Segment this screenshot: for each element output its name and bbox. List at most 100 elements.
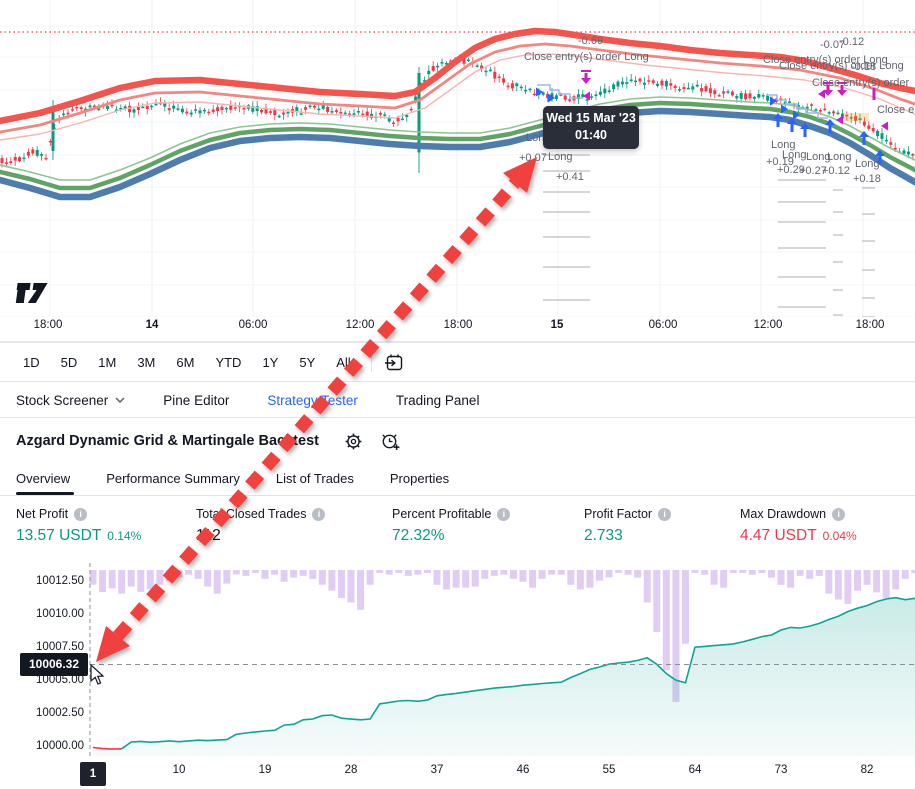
close-order-down-icon[interactable]	[581, 70, 591, 84]
price-chart[interactable]: -0.69 Close entry(s) order Long -0.07 -0.12…	[0, 0, 915, 342]
x-axis-label: 82	[860, 764, 874, 776]
entry-step-line	[537, 84, 583, 99]
info-icon[interactable]: i	[497, 507, 511, 521]
alarm-clock-plus-icon	[382, 433, 400, 450]
trade-annotation: -0.18	[851, 61, 876, 73]
range-button-all[interactable]: All	[329, 351, 357, 374]
buy-entry-icon[interactable]	[536, 87, 543, 97]
strategy-header: Azgard Dynamic Grid & Martingale Backtes…	[0, 419, 915, 463]
x-axis-label: 55	[602, 764, 616, 776]
stat-label: Net Profit i	[16, 507, 141, 521]
time-axis-label: 14	[145, 319, 159, 331]
x-axis-label: 28	[344, 764, 358, 776]
stat-label: Percent Profitable i	[392, 507, 511, 521]
stat-profit-factor: Profit Factor i 2.733	[584, 507, 672, 545]
time-axis-label: 12:00	[345, 319, 375, 331]
stat-total-closed-trades: Total Closed Trades i 112	[196, 507, 326, 545]
stat-percent: 0.04%	[822, 529, 857, 543]
range-button-6m[interactable]: 6M	[169, 351, 201, 374]
info-icon[interactable]: i	[312, 507, 326, 521]
report-tab-list-of-trades[interactable]: List of Trades	[276, 463, 354, 486]
info-icon[interactable]: i	[832, 507, 846, 521]
range-button-1d[interactable]: 1D	[16, 351, 47, 374]
stat-label: Profit Factor i	[584, 507, 672, 521]
panel-tab-label: Pine Editor	[163, 392, 230, 408]
report-tab-performance-summary[interactable]: Performance Summary	[106, 463, 240, 486]
stat-percent: 0.14%	[107, 529, 142, 543]
tradingview-logo-icon[interactable]	[14, 280, 50, 306]
time-axis-label: 18:00	[443, 319, 473, 331]
y-axis-label: 10000.00	[36, 739, 84, 752]
stat-value: 4.47 USDT 0.04%	[740, 527, 857, 544]
panel-tab-label: Strategy Tester	[267, 392, 358, 408]
stat-value: 13.57 USDT 0.14%	[16, 527, 142, 544]
trade-annotation: +0.07	[519, 152, 547, 164]
range-button-1y[interactable]: 1Y	[255, 351, 285, 374]
panel-tab-label: Stock Screener	[16, 392, 109, 408]
stat-value: 72.32%	[392, 527, 445, 544]
equity-canvas[interactable]	[0, 561, 915, 761]
time-axis-label: 12:00	[753, 319, 783, 331]
tradingview-window: -0.69 Close entry(s) order Long -0.07 -0.12…	[0, 0, 915, 789]
x-axis-label: 1	[80, 762, 106, 786]
panel-tab-stock-screener[interactable]: Stock Screener	[16, 393, 125, 408]
report-tab-properties[interactable]: Properties	[390, 463, 449, 486]
tooltip-date: Wed 15 Mar '23	[546, 111, 636, 125]
chevron-down-icon	[115, 397, 125, 403]
panel-tab-pine-editor[interactable]: Pine Editor	[163, 393, 229, 408]
panel-tab-trading-panel[interactable]: Trading Panel	[396, 393, 480, 408]
close-order-bar-icon[interactable]	[872, 88, 876, 100]
x-axis-label: 37	[430, 764, 444, 776]
range-button-ytd[interactable]: YTD	[208, 351, 248, 374]
time-axis-label: 15	[550, 319, 564, 331]
y-axis-label: 10002.50	[36, 706, 84, 719]
trade-annotation: Close entry(s) order Long	[524, 51, 649, 63]
range-button-1m[interactable]: 1M	[91, 351, 123, 374]
y-axis-label: 10012.50	[36, 574, 84, 587]
time-axis[interactable]: 18:00 14 06:00 12:00 18:00 15 06:00 12:00 18:00	[0, 317, 915, 341]
position-box	[843, 113, 869, 121]
stat-max-drawdown: Max Drawdown i 4.47 USDT 0.04%	[740, 507, 857, 545]
info-icon[interactable]: i	[658, 507, 672, 521]
strategy-settings-button[interactable]	[345, 433, 362, 450]
tooltip-time: 01:40	[575, 128, 607, 142]
trade-annotation: Long	[827, 151, 851, 163]
add-alert-button[interactable]	[380, 431, 401, 452]
equity-area	[93, 597, 915, 756]
exit-marker-icon[interactable]	[836, 115, 843, 125]
range-button-3m[interactable]: 3M	[130, 351, 162, 374]
report-tab-overview[interactable]: Overview	[16, 463, 70, 486]
candlestick-canvas[interactable]: -0.69Close entry(s) order Long-0.07-0.12…	[0, 0, 915, 317]
trade-annotation: Long	[782, 149, 806, 161]
stat-label: Total Closed Trades i	[196, 507, 326, 521]
crosshair-price-label: 10006.32	[20, 653, 88, 676]
stat-label: Max Drawdown i	[740, 507, 857, 521]
range-toolbar: 1D 5D 1M 3M 6M YTD 1Y 5Y All	[0, 342, 915, 382]
performance-stats-row: Net Profit i 13.57 USDT 0.14% Total Closed T…	[0, 497, 915, 561]
panel-tab-label: Trading Panel	[395, 392, 480, 408]
x-axis-label: 73	[774, 764, 788, 776]
trade-annotation: +0.18	[853, 173, 881, 185]
goto-date-button[interactable]	[384, 353, 404, 372]
panel-tab-strategy-tester[interactable]: Strategy Tester	[267, 393, 358, 408]
time-axis-label: 18:00	[33, 319, 63, 331]
trade-annotation: Long	[548, 151, 572, 163]
trade-annotation: Close en	[877, 104, 915, 116]
range-button-5d[interactable]: 5D	[54, 351, 85, 374]
stat-net-profit: Net Profit i 13.57 USDT 0.14%	[16, 507, 141, 545]
stat-value: 2.733	[584, 527, 623, 544]
time-axis-label: 18:00	[855, 319, 885, 331]
y-axis-label: 10007.50	[36, 640, 84, 653]
trade-annotation: -0.69	[578, 35, 603, 47]
exit-marker-icon[interactable]	[583, 91, 590, 101]
info-icon[interactable]: i	[74, 507, 88, 521]
x-axis-label: 19	[258, 764, 272, 776]
bottom-panel-tabs: Stock Screener Pine Editor Strategy Tester…	[0, 383, 915, 418]
trade-annotation: Long	[855, 158, 879, 170]
go-to-date-icon	[384, 354, 402, 370]
chart-tooltip: Wed 15 Mar '23 01:40	[543, 106, 639, 149]
equity-chart[interactable]: 10012.50 10010.00 10007.50 10005.00 10002.50…	[0, 561, 915, 789]
range-button-5y[interactable]: 5Y	[292, 351, 322, 374]
time-axis-label: 06:00	[648, 319, 678, 331]
x-axis-label: 64	[688, 764, 702, 776]
